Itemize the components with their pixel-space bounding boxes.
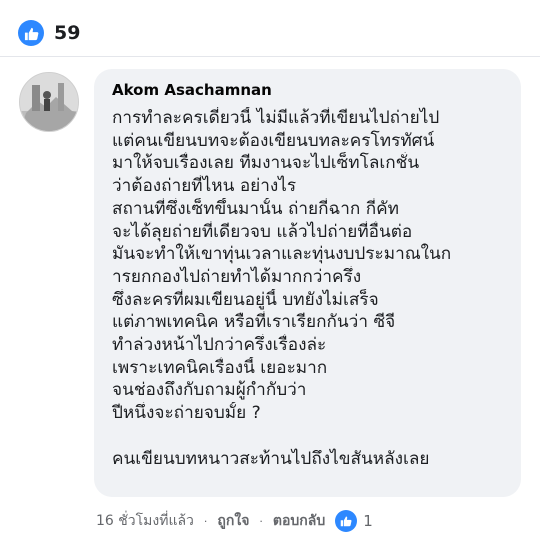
avatar[interactable] bbox=[19, 72, 79, 132]
comment-line: การทำละครเดี๋ยวนี้ ไม่มีแล้วที่เขียนไปถ่… bbox=[112, 108, 440, 128]
comment-line: แต่ภาพเทคนิค หรือที่เราเรียกกันว่า ซีจี bbox=[112, 312, 396, 333]
comment-bubble: Akom Asachamnan การทำละครเดี๋ยวนี้ ไม่มี… bbox=[94, 69, 521, 497]
thumbs-up-icon bbox=[335, 510, 358, 532]
comment-line: คนเขียนบทหนาวสะท้านไปถึงไขสันหลังเลย bbox=[112, 448, 430, 469]
comment-line: เพราะเทคนิคเรื่องนี้ เยอะมาก bbox=[112, 357, 328, 378]
comment-line: มันจะทำให้เขาทุ่นเวลาและทุ่นงบประมาณในก bbox=[112, 244, 452, 265]
like-button[interactable]: ถูกใจ bbox=[217, 510, 249, 532]
comment-author[interactable]: Akom Asachamnan bbox=[112, 81, 507, 99]
comment-line: จนช่องถึงกับถามผู้กำกับว่า bbox=[112, 380, 307, 401]
separator-dot: · bbox=[259, 514, 263, 528]
reaction-summary[interactable]: 59 bbox=[18, 20, 80, 46]
comment-body: การทำละครเดี๋ยวนี้ ไม่มีแล้วที่เขียนไปถ่… bbox=[112, 107, 507, 470]
comment-reaction[interactable]: 1 bbox=[335, 510, 373, 532]
comment-line: ปีหนึ่งจะถ่ายจบมั้ย ? bbox=[112, 403, 261, 424]
comment-timestamp[interactable]: 16 ชั่วโมงที่แล้ว bbox=[96, 510, 194, 532]
comment-line: ทำล่วงหน้าไปกว่าครึ่งเรื่องล่ะ bbox=[112, 335, 327, 356]
comment-line: ารยกกองไปถ่ายทำได้มากกว่าครึ่ง bbox=[112, 266, 362, 287]
reply-button[interactable]: ตอบกลับ bbox=[273, 510, 325, 532]
divider bbox=[0, 56, 540, 57]
comment-line: ซึ่งละครที่ผมเขียนอยู่นี้ บทยังไม่เสร็จ bbox=[112, 289, 379, 310]
thumbs-up-icon bbox=[18, 20, 44, 46]
comment-line: ว่าต้องถ่ายที่ไหน อย่างไร bbox=[112, 176, 297, 197]
comment-line: มาให้จบเรื่องเลย ทีมงานจะไปเซ็ทโลเกชั่น bbox=[112, 153, 420, 174]
like-count: 59 bbox=[54, 22, 81, 44]
separator-dot: · bbox=[203, 514, 208, 528]
comment-line: จะได้ลุยถ่ายที่เดียวจบ แล้วไปถ่ายที่อื่น… bbox=[112, 221, 413, 242]
comment-line: สถานที่ซึ่งเซ็ทขึ้นมานั้น ถ่ายกี่ฉาก กี่… bbox=[112, 198, 399, 219]
comment-line: แต่คนเขียนบทจะต้องเขียนบทละครโทรทัศน์ bbox=[112, 130, 435, 151]
comment-footer: 16 ชั่วโมงที่แล้ว · ถูกใจ · ตอบกลับ 1 bbox=[96, 510, 373, 532]
reaction-count: 1 bbox=[363, 512, 373, 530]
comment-blank-line bbox=[112, 425, 507, 448]
